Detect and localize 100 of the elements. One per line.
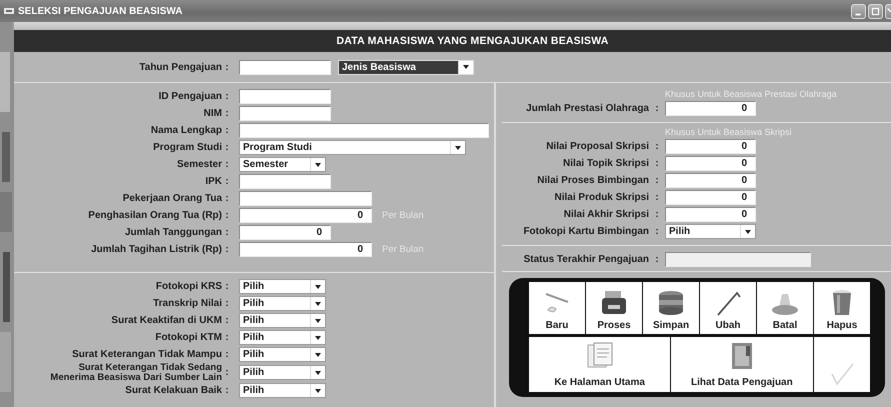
dropdown[interactable]: Pilih [239,279,326,294]
field-label: Nilai Topik Skripsi [562,158,649,169]
colon: : [224,385,230,396]
field-label: Surat Keterangan Tidak Mampu [71,349,222,360]
field-label: ID Pengajuan [158,91,222,102]
input-field[interactable]: 0 [665,156,756,171]
colon: : [224,210,230,221]
toolbar-button[interactable]: Proses [586,282,642,334]
colon: : [224,244,230,255]
input-field[interactable] [239,60,331,74]
field-label: IPK [204,176,222,187]
dropdown-caret-icon [315,162,321,166]
input-field[interactable] [239,191,372,206]
colon: : [224,176,230,187]
dropdown[interactable]: Pilih [239,330,326,345]
field-label: Jumlah Tagihan Listrik (Rp) [90,244,222,255]
colon: : [654,175,660,186]
colon: : [224,367,230,378]
colon: : [654,209,660,220]
form-header: DATA MAHASISWA YANG MENGAJUKAN BEASISWA [14,30,891,52]
colon: : [224,91,230,102]
dropdown-caret-icon [315,388,321,392]
dropdown-caret-icon [315,302,321,306]
colon: : [224,298,230,309]
field-label: Jumlah Tanggungan [124,227,222,238]
input-field[interactable]: 0 [665,173,756,188]
field-label: Jumlah Prestasi Olahraga [525,103,649,114]
field-label: Fotokopi KRS [154,281,222,292]
minimize-icon[interactable] [851,4,866,18]
field-label: Nilai Proposal Skripsi [545,141,649,152]
colon: : [224,62,230,72]
dropdown-caret-icon [315,370,321,374]
dropdown[interactable]: Program Studi [239,140,466,155]
colon: : [654,192,660,203]
dropdown[interactable]: Pilih [239,383,326,398]
colon: : [224,142,230,153]
dropdown[interactable]: Pilih [239,365,326,380]
maximize-icon[interactable] [868,4,883,18]
input-field[interactable] [239,123,489,138]
colon: : [224,227,230,238]
field-label: Tahun Pengajuan [138,62,222,72]
input-field[interactable] [239,106,331,121]
colon: : [654,158,660,169]
colon: : [654,141,660,152]
nav-button[interactable]: Ke Halaman Utama [529,337,670,392]
close-icon[interactable] [885,4,891,18]
colon: : [224,332,230,343]
dropdown[interactable]: Pilih [239,296,326,311]
field-label: Status Terakhir Pengajuan [522,254,649,265]
field-label: Program Studi [152,142,222,153]
field-label: Pekerjaan Orang Tua [122,193,222,204]
dropdown[interactable]: Pilih [665,224,756,239]
field-label: Nama Lengkap [150,125,222,136]
input-field[interactable] [239,174,331,189]
dropdown-caret-icon [315,318,321,322]
toolbar-button[interactable]: Simpan [643,282,699,334]
field-label: Nilai Produk Skripsi [554,192,649,203]
dropdown-caret-icon [745,230,751,234]
dropdown[interactable]: Pilih [239,347,326,362]
dropdown[interactable]: Semester [239,157,326,172]
colon: : [224,125,230,136]
colon: : [224,315,230,326]
field-label: Nilai Akhir Skripsi [562,209,649,220]
input-field[interactable]: 0 [665,207,756,222]
dropdown[interactable]: Pilih [239,313,326,328]
field-label: NIM [202,108,222,119]
colon: : [224,349,230,360]
field-label: Surat Keaktifan di UKM [110,315,222,326]
nav-button[interactable]: Lihat Data Pengajuan [671,337,812,392]
dropdown[interactable]: Jenis Beasiswa [338,60,474,74]
colon: : [654,226,660,237]
field-label: Surat Keterangan Tidak Sedang Menerima Beasiswa Dari Sumber Lain [49,363,222,382]
input-field[interactable]: 0 [239,225,331,240]
input-field[interactable] [665,252,811,267]
field-label: Nilai Proses Bimbingan [536,175,649,186]
app-icon [4,7,14,15]
dropdown-caret-icon [315,352,321,356]
input-field[interactable]: 0 [665,139,756,154]
dropdown-caret-icon [455,146,461,150]
colon: : [224,159,230,170]
field-label: Fotokopi Kartu Bimbingan [522,226,649,237]
field-label: Surat Kelakuan Baik [124,385,222,396]
field-label: Transkrip Nilai [152,298,222,309]
field-label: Semester [176,159,222,170]
toolbar-button[interactable]: Batal [757,282,813,334]
field-label: Penghasilan Orang Tua (Rp) [87,210,222,221]
input-field[interactable]: 0 [665,101,756,116]
toolbar-button[interactable]: Ubah [700,282,756,334]
input-field[interactable]: 0 [239,242,372,257]
toolbar-button[interactable]: Hapus [814,282,870,334]
window-title: SELEKSI PENGAJUAN BEASISWA [18,6,182,16]
colon: : [224,108,230,119]
colon: : [654,254,660,265]
input-field[interactable]: 0 [239,208,372,223]
colon: : [224,281,230,292]
toolbar-button[interactable]: Baru [529,282,585,334]
dropdown-caret-icon [315,284,321,288]
input-field[interactable]: 0 [665,190,756,205]
database-icon [656,288,686,318]
input-field[interactable] [239,89,331,104]
